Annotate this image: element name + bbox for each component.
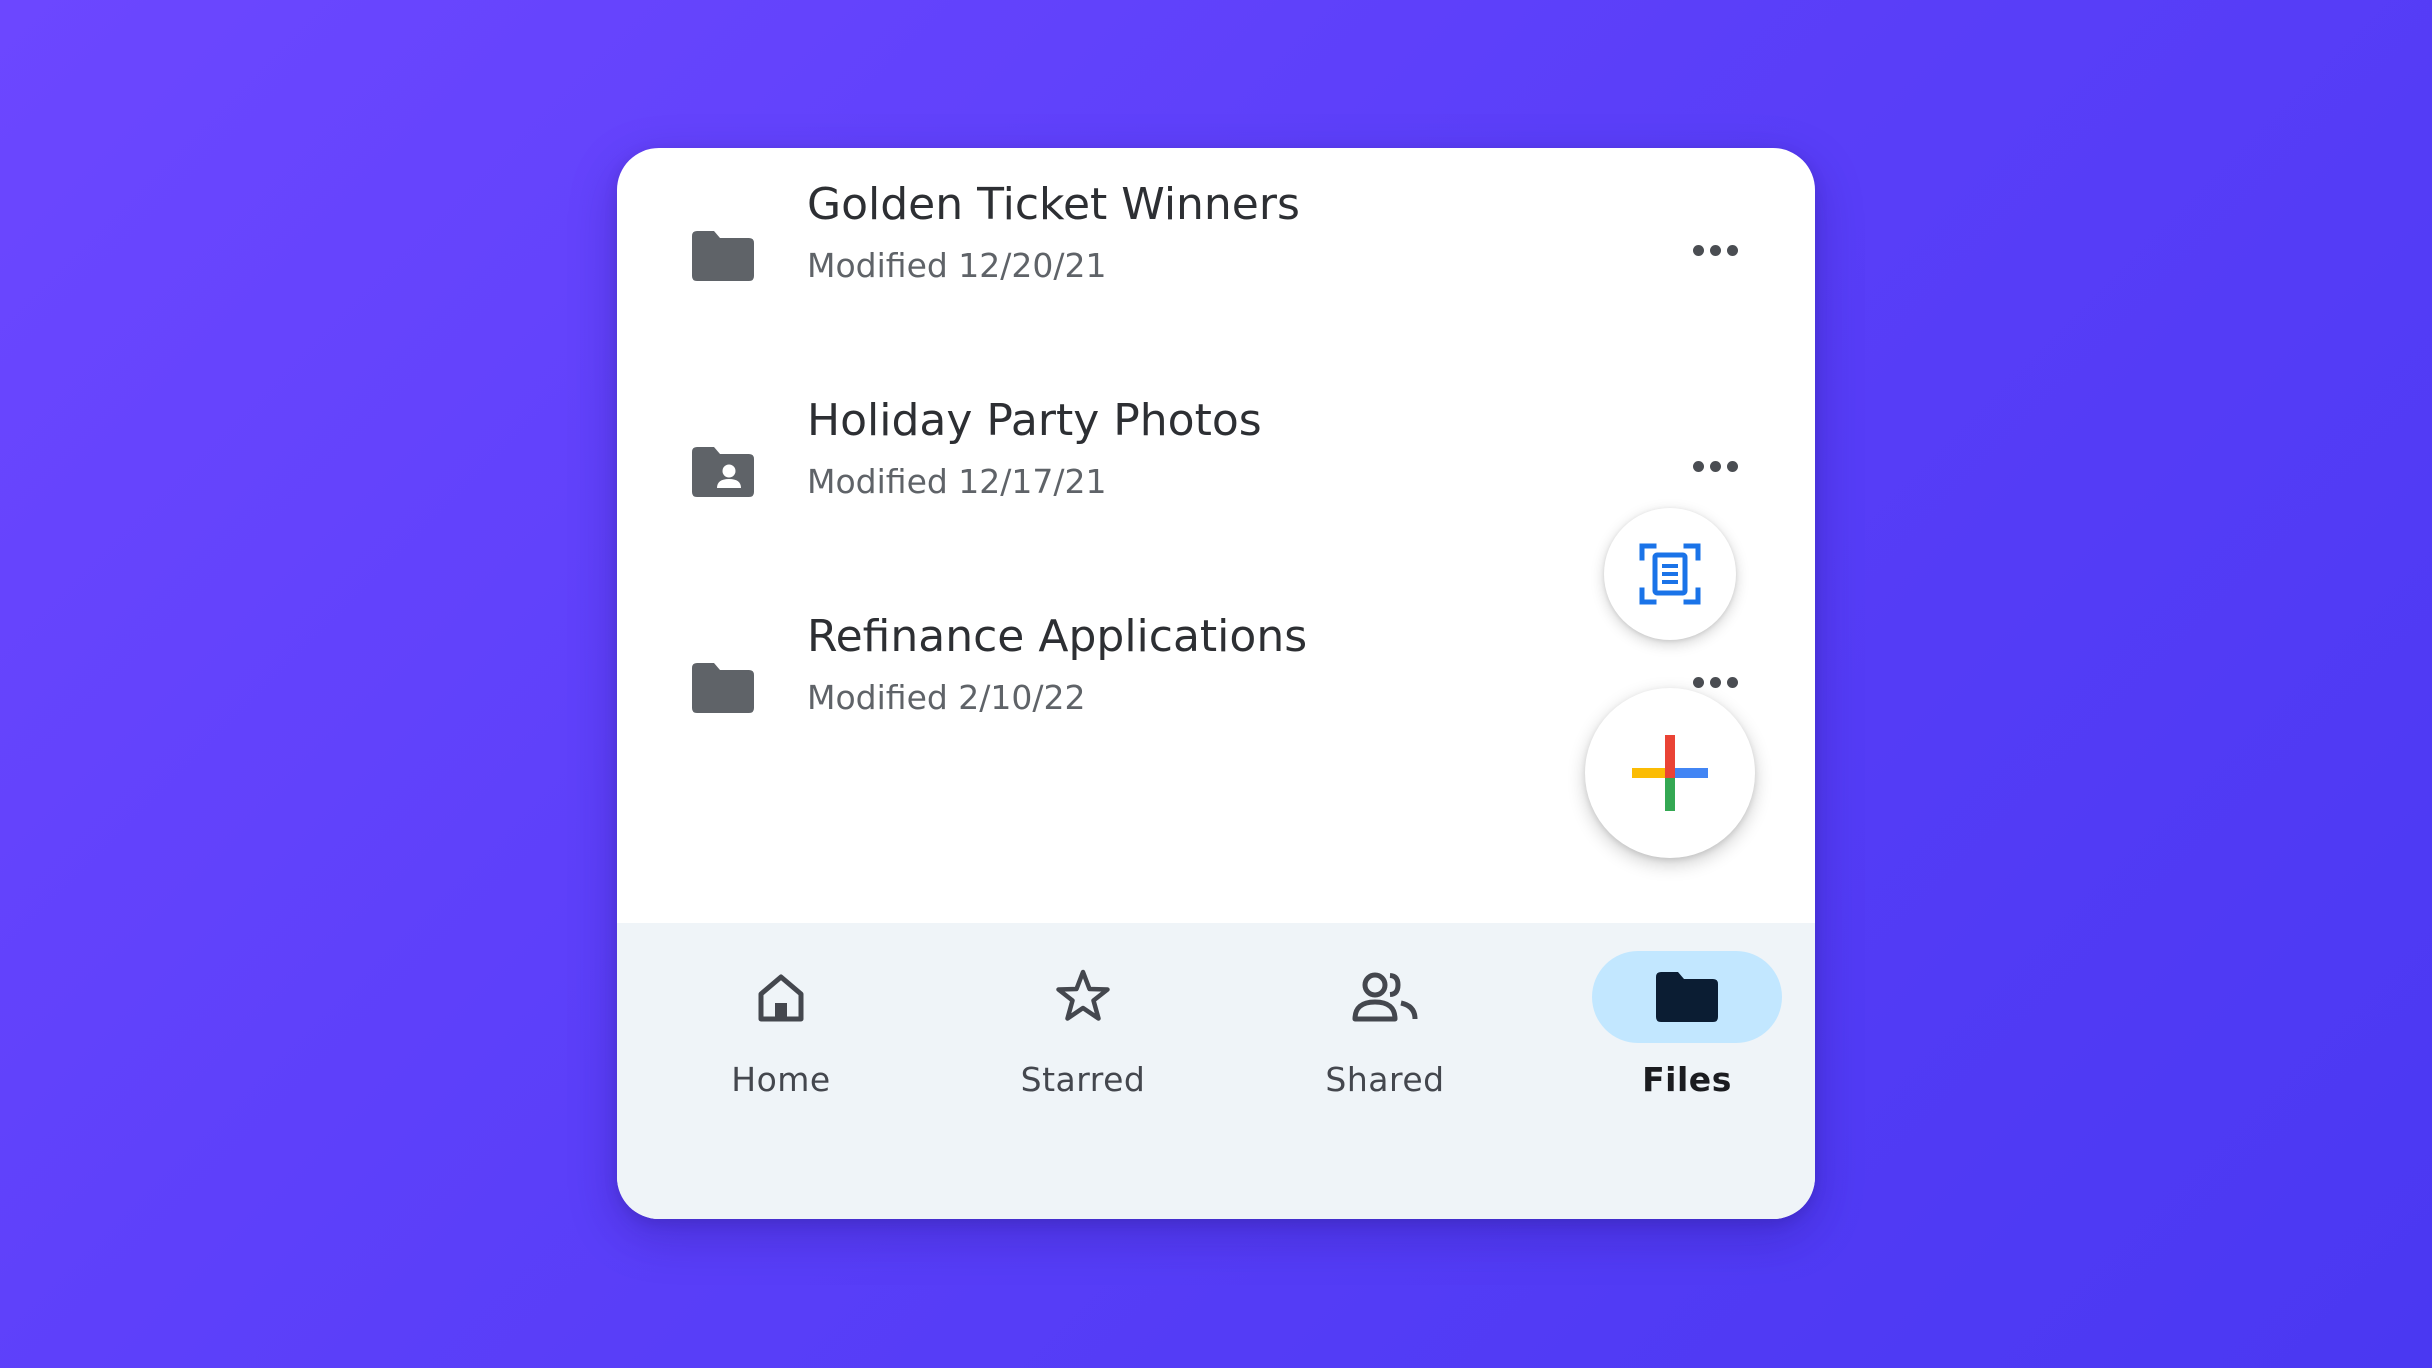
more-options-icon: [1692, 676, 1704, 688]
file-row[interactable]: Golden Ticket Winners Modified 12/20/21: [617, 176, 1815, 316]
nav-label-shared: Shared: [1325, 1060, 1445, 1099]
nav-item-shared[interactable]: Shared: [1235, 923, 1535, 1219]
nav-item-home[interactable]: Home: [631, 923, 931, 1219]
plus-icon: [1632, 735, 1708, 811]
nav-pill-active: [1592, 951, 1782, 1043]
folder-icon: [1656, 972, 1718, 1022]
nav-item-files[interactable]: Files: [1537, 923, 1815, 1219]
file-row[interactable]: Holiday Party Photos Modified 12/17/21: [617, 392, 1815, 532]
document-scan-icon: [1639, 543, 1701, 605]
nav-pill: [988, 951, 1178, 1043]
people-icon: [1352, 972, 1418, 1022]
nav-label-starred: Starred: [1020, 1060, 1146, 1099]
file-name: Golden Ticket Winners: [807, 179, 1300, 230]
file-modified-date: Modified 2/10/22: [807, 678, 1086, 717]
nav-label-files: Files: [1642, 1060, 1732, 1099]
nav-pill: [1290, 951, 1480, 1043]
drive-card: Golden Ticket Winners Modified 12/20/21 …: [617, 148, 1815, 1219]
home-icon: [758, 974, 804, 1022]
more-options-icon: [1692, 244, 1704, 256]
more-options-button[interactable]: [1675, 436, 1755, 496]
new-button[interactable]: [1585, 688, 1755, 858]
file-name: Holiday Party Photos: [807, 395, 1262, 446]
nav-label-home: Home: [731, 1060, 831, 1099]
more-options-button[interactable]: [1675, 220, 1755, 280]
bottom-navigation: Home Starred Shared Files: [617, 923, 1815, 1219]
file-modified-date: Modified 12/17/21: [807, 462, 1107, 501]
scan-document-button[interactable]: [1604, 508, 1736, 640]
more-options-icon: [1692, 460, 1704, 472]
shared-folder-icon: [692, 447, 754, 497]
file-modified-date: Modified 12/20/21: [807, 246, 1107, 285]
folder-icon: [692, 231, 754, 281]
nav-pill: [686, 951, 876, 1043]
nav-item-starred[interactable]: Starred: [933, 923, 1233, 1219]
star-icon: [1056, 969, 1110, 1021]
file-name: Refinance Applications: [807, 611, 1308, 662]
folder-icon: [692, 663, 754, 713]
